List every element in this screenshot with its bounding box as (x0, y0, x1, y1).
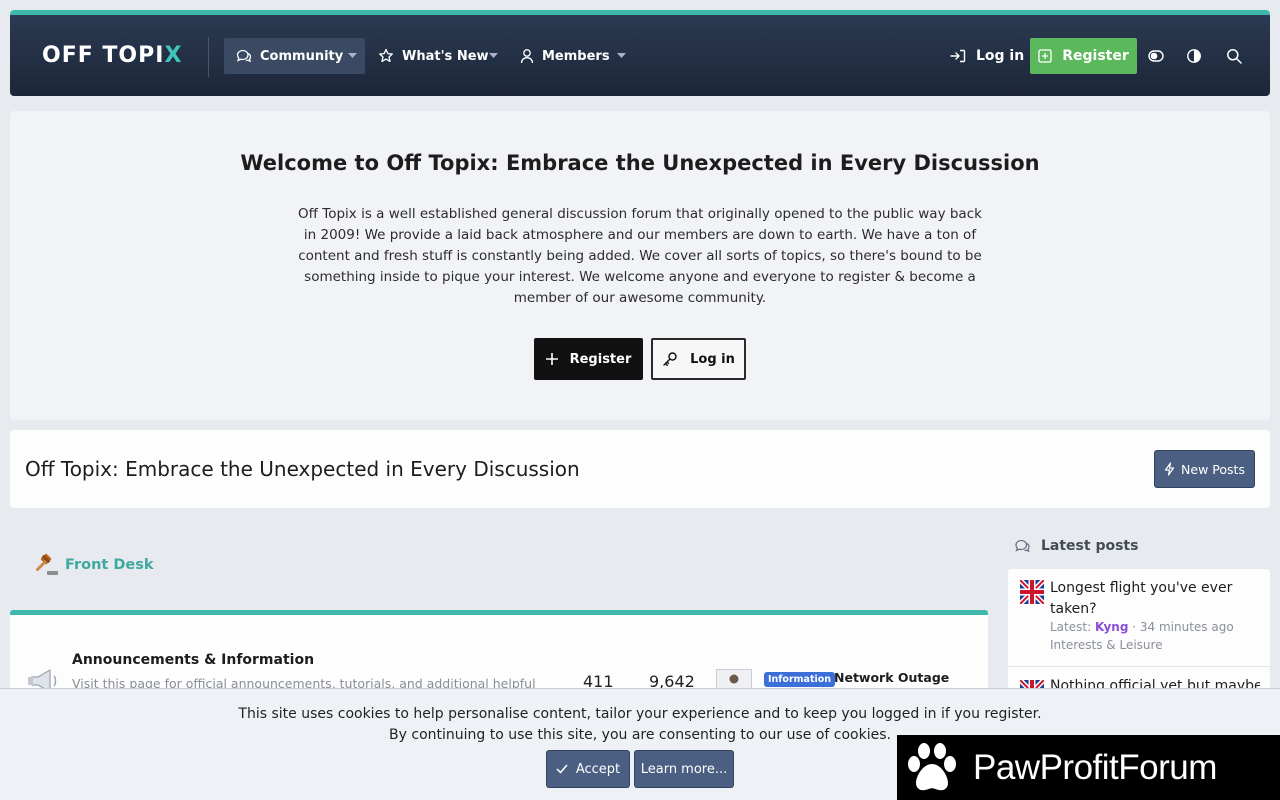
post-time: · 34 minutes ago (1128, 620, 1234, 634)
latest-post-meta: Latest: Kyng · 34 minutes ago (1050, 620, 1234, 634)
sign-in-icon (950, 49, 966, 63)
header-login-button[interactable]: Log in (950, 38, 1024, 74)
nav-whats-new-dropdown[interactable] (489, 38, 498, 74)
latest-posts-header: Latest posts (1014, 538, 1138, 554)
nav-members-label: Members (542, 48, 610, 64)
last-thread-link[interactable]: Network Outage (834, 670, 949, 685)
latest-post-title[interactable]: Longest flight you've ever taken? (1050, 578, 1250, 620)
page-title: Off Topix: Embrace the Unexpected in Eve… (25, 457, 580, 481)
header-register-button[interactable]: Register (1030, 38, 1137, 74)
nav-community-label: Community (260, 48, 344, 64)
chevron-down-icon (489, 53, 498, 58)
welcome-title: Welcome to Off Topix: Embrace the Unexpe… (240, 151, 1040, 175)
nav-members-dropdown[interactable] (617, 38, 626, 74)
welcome-register-label: Register (569, 351, 632, 367)
latest-posts-title: Latest posts (1041, 538, 1139, 554)
watermark-overlay: PawProfitForum (897, 735, 1280, 800)
welcome-login-label: Log in (690, 351, 735, 367)
contrast-icon[interactable] (1186, 38, 1202, 74)
category-header[interactable]: Front Desk (35, 553, 154, 577)
latest-posts-list: Longest flight you've ever taken? Latest… (1008, 569, 1270, 706)
cookie-learn-label: Learn more... (640, 761, 728, 777)
post-forum-link[interactable]: Interests & Leisure (1050, 638, 1163, 652)
cookie-line-1: This site uses cookies to help personali… (238, 706, 1042, 722)
key-icon (662, 351, 678, 367)
site-header: OFF TOPIX Community What's New Members L… (10, 10, 1270, 96)
cookie-accept-button[interactable]: Accept (546, 750, 630, 788)
forum-node-list: Announcements & Information Visit this p… (10, 610, 988, 700)
uk-flag-avatar[interactable] (1018, 578, 1046, 606)
new-posts-label: New Posts (1181, 461, 1245, 477)
nav-community-dropdown[interactable] (348, 38, 357, 74)
star-icon (378, 48, 394, 64)
watermark-text: PawProfitForum (973, 747, 1217, 787)
check-icon (556, 764, 568, 774)
chevron-down-icon (348, 53, 357, 58)
site-logo[interactable]: OFF TOPIX (42, 43, 182, 68)
status-badge: Information (764, 672, 836, 687)
welcome-login-button[interactable]: Log in (651, 338, 746, 380)
forum-title-link[interactable]: Announcements & Information (72, 652, 314, 668)
latest-prefix: Latest: (1050, 620, 1095, 634)
plus-square-icon (1038, 49, 1052, 63)
user-icon (520, 48, 534, 64)
logo-accent: X (164, 43, 183, 68)
new-posts-button[interactable]: New Posts (1154, 450, 1255, 488)
chat-icon (236, 49, 252, 63)
chevron-down-icon (617, 53, 626, 58)
page-title-bar: Off Topix: Embrace the Unexpected in Eve… (10, 430, 1270, 508)
header-divider (208, 37, 209, 77)
welcome-notice: Welcome to Off Topix: Embrace the Unexpe… (10, 111, 1270, 420)
bolt-icon (1164, 462, 1175, 476)
divider (1008, 666, 1270, 667)
post-username[interactable]: Kyng (1095, 620, 1129, 634)
cookie-accept-label: Accept (575, 761, 621, 777)
header-register-label: Register (1062, 48, 1129, 64)
nav-community[interactable]: Community (224, 38, 365, 74)
gavel-icon (35, 553, 59, 577)
cookie-learn-more-button[interactable]: Learn more... (634, 750, 734, 788)
chat-icon (1014, 539, 1031, 553)
search-icon[interactable] (1226, 38, 1242, 74)
welcome-text: Off Topix is a well established general … (298, 206, 982, 306)
style-toggle-icon[interactable] (1148, 38, 1164, 74)
nav-members[interactable]: Members (520, 38, 610, 74)
header-login-label: Log in (976, 48, 1025, 64)
logo-text: OFF TOPI (42, 43, 165, 68)
nav-whats-new-label: What's New (402, 48, 489, 64)
category-title: Front Desk (65, 557, 154, 573)
nav-whats-new[interactable]: What's New (378, 38, 489, 74)
welcome-register-button[interactable]: Register (534, 338, 643, 380)
paw-icon (905, 742, 959, 794)
plus-icon (545, 353, 558, 365)
